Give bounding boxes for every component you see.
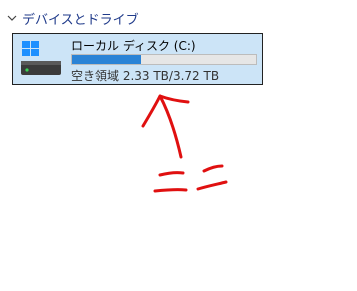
windows-drive-icon	[21, 41, 61, 75]
devices-and-drives-header[interactable]: デバイスとドライブ	[6, 8, 139, 28]
drive-free-space: 空き領域 2.33 TB/3.72 TB	[71, 69, 220, 83]
chevron-down-icon	[7, 15, 17, 21]
drive-usage-bar	[71, 54, 257, 65]
section-title: デバイスとドライブ	[22, 12, 139, 28]
annotation-text-ko1	[153, 171, 188, 193]
drive-name: ローカル ディスク (C:)	[71, 39, 196, 53]
drive-usage-fill	[72, 55, 141, 64]
annotation-arrow	[141, 94, 190, 159]
annotation-text-ko2	[196, 164, 228, 191]
drive-c-tile[interactable]: ローカル ディスク (C:) 空き領域 2.33 TB/3.72 TB	[12, 33, 263, 85]
